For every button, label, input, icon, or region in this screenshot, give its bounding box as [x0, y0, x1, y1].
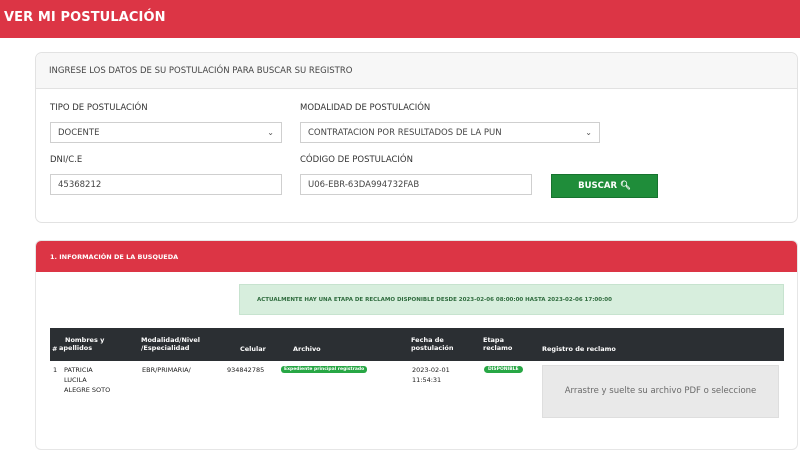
- column-header-celular: Celular: [240, 345, 266, 353]
- row-nombre-line2: LUCILA: [64, 376, 87, 384]
- column-header-modalidad-line1: Modalidad/Nivel: [141, 336, 201, 344]
- column-header-etapa-line2: reclamo: [483, 344, 513, 352]
- page-title: VER MI POSTULACIÓN: [4, 10, 166, 25]
- row-celular: 934842785: [227, 366, 265, 374]
- column-header-nombres-line1: Nombres y: [65, 336, 105, 344]
- search-icon: 🔍︎: [620, 181, 631, 191]
- chevron-down-icon: ⌄: [585, 128, 592, 137]
- row-nombre-line3: ALEGRE SOTO: [64, 386, 111, 394]
- row-num: 1: [53, 366, 58, 374]
- row-fecha: 2023-02-01 11:54:31: [412, 365, 450, 385]
- column-header-modalidad-line2: /Especialidad: [141, 344, 190, 352]
- column-header-registro: Registro de reclamo: [542, 345, 616, 353]
- dni-input[interactable]: 45368212: [50, 174, 282, 195]
- column-header-nombres: Nombres y apellidos: [59, 336, 105, 352]
- row-fecha-date: 2023-02-01: [412, 366, 450, 374]
- column-header-etapa-line1: Etapa: [483, 336, 504, 344]
- reclamo-alert: ACTUALMENTE HAY UNA ETAPA DE RECLAMO DIS…: [239, 284, 784, 315]
- results-card-header: 1. INFORMACIÓN DE LA BUSQUEDA: [36, 241, 797, 272]
- column-header-archivo: Archivo: [293, 345, 321, 353]
- search-card: INGRESE LOS DATOS DE SU POSTULACIÓN PARA…: [35, 52, 798, 223]
- row-modalidad: EBR/PRIMARIA/: [142, 366, 191, 374]
- tipo-postulacion-value: DOCENTE: [58, 128, 100, 138]
- results-card: 1. INFORMACIÓN DE LA BUSQUEDA ACTUALMENT…: [35, 240, 798, 450]
- column-header-nombres-line2: apellidos: [59, 344, 93, 352]
- column-header-fecha-line1: Fecha de: [411, 336, 444, 344]
- codigo-postulacion-label: CÓDIGO DE POSTULACIÓN: [300, 155, 413, 165]
- column-header-fecha: Fecha de postulación: [411, 336, 454, 352]
- chevron-down-icon: ⌄: [267, 128, 274, 137]
- column-header-fecha-line2: postulación: [411, 344, 454, 352]
- search-card-header: INGRESE LOS DATOS DE SU POSTULACIÓN PARA…: [36, 53, 797, 89]
- etapa-status-badge: DISPONIBLE: [484, 366, 523, 373]
- tipo-postulacion-select[interactable]: DOCENTE ⌄: [50, 122, 282, 143]
- table-header: # Nombres y apellidos Modalidad/Nivel /E…: [50, 328, 784, 361]
- row-nombre-line1: PATRICIA: [64, 366, 93, 374]
- modalidad-postulacion-label: MODALIDAD DE POSTULACIÓN: [300, 103, 431, 113]
- expediente-status-badge[interactable]: Expediente principal registrado: [281, 366, 368, 373]
- row-fecha-time: 11:54:31: [412, 376, 442, 384]
- column-header-num: #: [52, 345, 58, 353]
- row-nombre: PATRICIA LUCILA ALEGRE SOTO: [64, 365, 110, 395]
- tipo-postulacion-label: TIPO DE POSTULACIÓN: [50, 103, 148, 113]
- modalidad-postulacion-value: CONTRATACION POR RESULTADOS DE LA PUN: [308, 128, 502, 138]
- pdf-dropzone[interactable]: Arrastre y suelte su archivo PDF o selec…: [542, 365, 779, 418]
- modalidad-postulacion-select[interactable]: CONTRATACION POR RESULTADOS DE LA PUN ⌄: [300, 122, 600, 143]
- codigo-postulacion-value: U06-EBR-63DA994732FAB: [308, 180, 420, 190]
- buscar-button[interactable]: BUSCAR 🔍︎: [551, 174, 658, 198]
- dni-value: 45368212: [58, 180, 102, 190]
- column-header-etapa: Etapa reclamo: [483, 336, 512, 352]
- dni-label: DNI/C.E: [50, 155, 83, 165]
- codigo-postulacion-input[interactable]: U06-EBR-63DA994732FAB: [300, 174, 532, 195]
- column-header-modalidad: Modalidad/Nivel /Especialidad: [141, 336, 200, 352]
- page-title-bar: VER MI POSTULACIÓN: [0, 0, 800, 38]
- buscar-button-label: BUSCAR: [578, 181, 618, 191]
